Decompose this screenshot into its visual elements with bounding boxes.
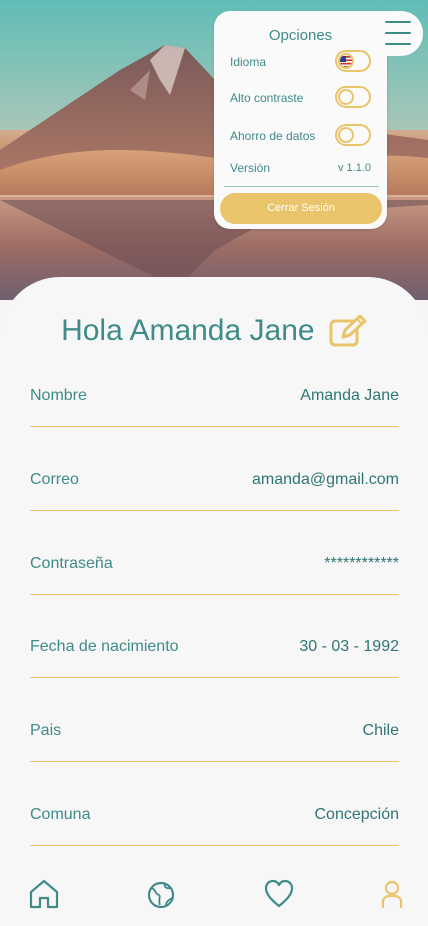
- field-value: Amanda Jane: [300, 387, 399, 404]
- field-label: Correo: [30, 471, 79, 488]
- field-value: amanda@gmail.com: [252, 471, 399, 488]
- options-panel: Opciones Idioma Alto contraste Ahorro de…: [214, 11, 387, 229]
- greeting-heading: Hola Amanda Jane: [0, 310, 428, 350]
- name-field[interactable]: Nombre Amanda Jane: [30, 387, 399, 427]
- field-label: Comuna: [30, 806, 91, 823]
- options-title: Opciones: [268, 27, 333, 44]
- home-icon: [29, 879, 59, 909]
- greeting-text: Hola Amanda Jane: [61, 314, 315, 348]
- language-label: Idioma: [230, 55, 267, 69]
- toggle-knob: [338, 89, 354, 105]
- password-field[interactable]: Contraseña ************: [30, 555, 399, 595]
- nav-explore[interactable]: [146, 878, 176, 910]
- us-flag-icon: [338, 53, 354, 69]
- field-value: ************: [324, 555, 399, 572]
- nav-home[interactable]: [29, 878, 59, 910]
- field-value: 30 - 03 - 1992: [299, 638, 399, 655]
- commune-field[interactable]: Comuna Concepción: [30, 806, 399, 846]
- user-icon: [381, 880, 403, 909]
- menu-button[interactable]: [371, 11, 423, 56]
- nav-favorites[interactable]: [264, 878, 294, 910]
- country-field[interactable]: Pais Chile: [30, 722, 399, 762]
- data-saver-label: Ahorro de datos: [230, 129, 316, 143]
- high-contrast-label: Alto contraste: [230, 91, 304, 105]
- nav-profile[interactable]: [378, 878, 408, 910]
- email-field[interactable]: Correo amanda@gmail.com: [30, 471, 399, 511]
- heart-icon: [264, 879, 294, 908]
- data-saver-toggle[interactable]: [335, 124, 371, 146]
- hamburger-icon-line: [385, 32, 411, 34]
- hamburger-icon: [385, 21, 411, 23]
- hamburger-icon-line: [385, 43, 411, 45]
- field-label: Contraseña: [30, 555, 113, 572]
- logout-button[interactable]: Cerrar Sesión: [220, 193, 382, 224]
- version-value: v 1.1.0: [337, 162, 371, 174]
- field-label: Fecha de nacimiento: [30, 638, 179, 655]
- edit-icon[interactable]: [329, 315, 367, 347]
- high-contrast-toggle[interactable]: [335, 86, 371, 108]
- birthdate-field[interactable]: Fecha de nacimiento 30 - 03 - 1992: [30, 638, 399, 678]
- field-value: Concepción: [314, 806, 400, 823]
- language-toggle[interactable]: [335, 50, 371, 72]
- toggle-knob: [338, 127, 354, 143]
- field-label: Pais: [30, 722, 62, 739]
- field-value: Chile: [362, 722, 399, 739]
- globe-icon: [147, 881, 175, 909]
- divider: [224, 186, 379, 187]
- field-label: Nombre: [30, 387, 87, 404]
- version-label: Versión: [230, 161, 271, 175]
